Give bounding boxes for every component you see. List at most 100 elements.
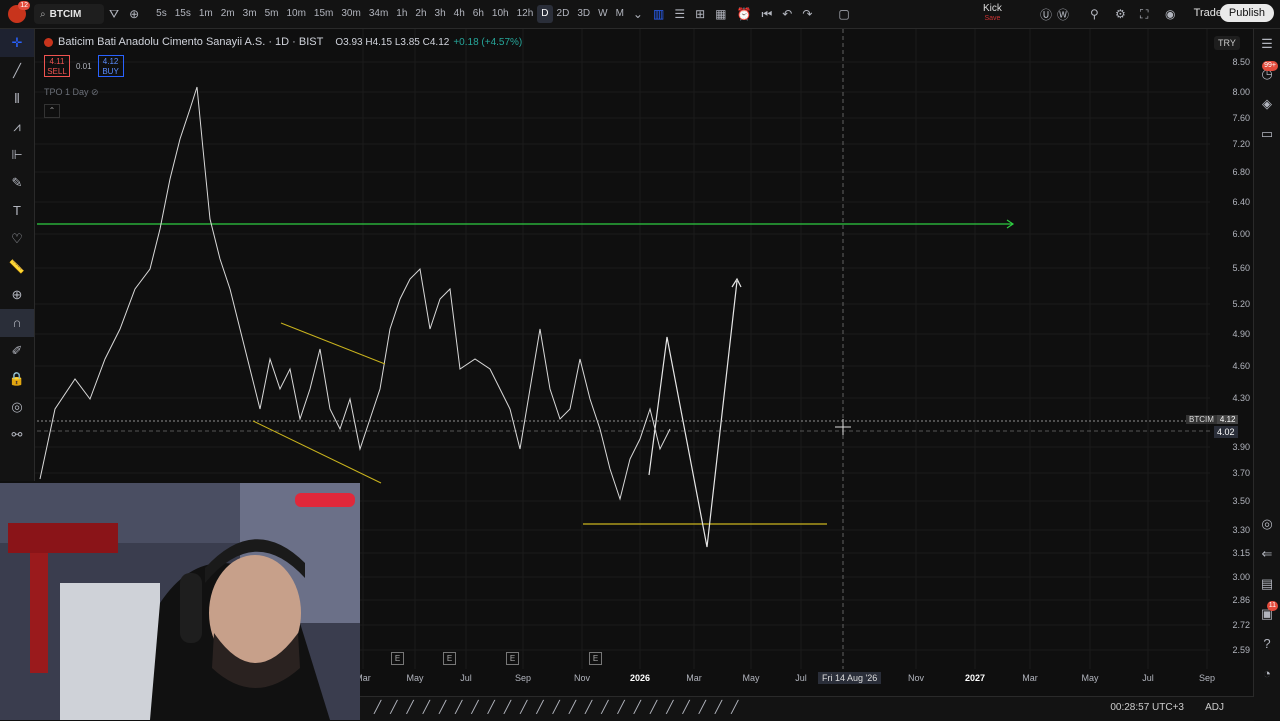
brush-icon[interactable]: ╱: [455, 700, 462, 714]
circle-icon[interactable]: ╱: [699, 700, 706, 714]
text-icon[interactable]: T: [0, 197, 34, 225]
lock-icon[interactable]: 🔒: [0, 365, 34, 393]
chat-icon[interactable]: ▭: [1254, 119, 1280, 149]
chevron-down-icon[interactable]: ⌄: [628, 7, 648, 21]
settings-icon[interactable]: ⚙: [1110, 7, 1131, 21]
symbol-search[interactable]: ⌕ BTCIM: [34, 4, 104, 24]
target-icon[interactable]: ◎: [1254, 509, 1280, 539]
favorite-icon[interactable]: ♡: [0, 225, 34, 253]
redo-icon[interactable]: ↷: [797, 7, 817, 21]
templates-icon[interactable]: ⊞: [690, 7, 710, 21]
publish-button[interactable]: Publish: [1219, 4, 1274, 22]
interval-10h[interactable]: 10h: [488, 5, 513, 23]
bars-icon[interactable]: ╱: [634, 700, 641, 714]
indicators-icon[interactable]: ☰: [669, 7, 690, 21]
flag-icon[interactable]: ╱: [715, 700, 722, 714]
fib-icon[interactable]: ╱: [536, 700, 543, 714]
interval-1m[interactable]: 1m: [195, 5, 217, 23]
gann-icon[interactable]: ╱: [666, 700, 673, 714]
interval-d[interactable]: D: [537, 5, 553, 23]
ray-icon[interactable]: ╱: [406, 700, 413, 714]
magnet-icon[interactable]: ∩: [0, 309, 34, 337]
crosshair-icon[interactable]: ✛: [0, 29, 34, 57]
interval-12h[interactable]: 12h: [513, 5, 538, 23]
trendline-icon[interactable]: ╱: [0, 57, 34, 85]
indicator-label[interactable]: TPO 1 Day ⊘: [44, 87, 99, 98]
collapse-legend-icon[interactable]: ⌃: [44, 104, 60, 118]
layout-square-icon[interactable]: ▢: [833, 7, 854, 21]
interval-30m[interactable]: 30m: [337, 5, 364, 23]
forecast-icon[interactable]: ╱: [601, 700, 608, 714]
link-icon[interactable]: ⚯: [0, 421, 34, 449]
notification-icon[interactable]: ▣ 11: [1254, 599, 1280, 629]
interval-34m[interactable]: 34m: [365, 5, 392, 23]
pitchfork-icon[interactable]: ⫴: [0, 85, 34, 113]
earnings-marker[interactable]: E: [443, 652, 456, 665]
interval-2m[interactable]: 2m: [217, 5, 239, 23]
interval-2h[interactable]: 2h: [411, 5, 430, 23]
time-axis[interactable]: Mar May Jul Sep Nov 2026 Mar May Jul Nov 2027 Mar Ma…: [355, 670, 1215, 686]
currency-selector[interactable]: TRY: [1214, 36, 1240, 50]
zoom-icon[interactable]: ⊕: [0, 281, 34, 309]
interval-5m[interactable]: 5m: [261, 5, 283, 23]
replay-icon[interactable]: ⏮: [756, 7, 777, 22]
interval-4h[interactable]: 4h: [450, 5, 469, 23]
brush2-icon[interactable]: ╱: [731, 700, 738, 714]
help-icon[interactable]: ?: [1254, 629, 1280, 659]
ruler-icon[interactable]: 📏: [0, 253, 34, 281]
interval-1h[interactable]: 1h: [392, 5, 411, 23]
brush-icon[interactable]: ✎: [0, 169, 34, 197]
interval-3d[interactable]: 3D: [573, 5, 594, 23]
pencil-icon[interactable]: ╱: [374, 700, 381, 714]
lock-drawing-icon[interactable]: ✐: [0, 337, 34, 365]
line-icon[interactable]: ╱: [390, 700, 397, 714]
cursor-icon[interactable]: ╱: [520, 700, 527, 714]
eye-icon[interactable]: ◎: [0, 393, 34, 421]
alert-icon[interactable]: ⏰: [731, 7, 756, 21]
interval-5s[interactable]: 5s: [152, 5, 171, 23]
pattern-icon[interactable]: ╱: [488, 700, 495, 714]
adjust-toggle[interactable]: ADJ: [1205, 702, 1224, 713]
camera-icon[interactable]: ◉: [1160, 7, 1180, 21]
interval-3m[interactable]: 3m: [239, 5, 261, 23]
buy-button[interactable]: 4.12 BUY: [97, 55, 124, 77]
earnings-marker[interactable]: E: [506, 652, 519, 665]
interval-15m[interactable]: 15m: [310, 5, 337, 23]
fullscreen-icon[interactable]: ⛶: [1135, 7, 1153, 22]
interval-10m[interactable]: 10m: [282, 5, 309, 23]
interval-m[interactable]: M: [612, 5, 628, 23]
price-axis[interactable]: 8.50 8.00 7.60 7.20 6.80 6.40 6.00 5.60 5.20 4.90…: [1210, 52, 1254, 672]
range-icon[interactable]: ╱: [618, 700, 625, 714]
layers-icon[interactable]: ◈: [1254, 89, 1280, 119]
quick-search-icon[interactable]: ⚲: [1085, 7, 1104, 21]
abcd-icon[interactable]: ╱: [682, 700, 689, 714]
clock[interactable]: 00:28:57 UTC+3: [1110, 702, 1184, 713]
measure-icon[interactable]: ╱: [585, 700, 592, 714]
candles-icon[interactable]: ▥: [648, 7, 669, 21]
earnings-marker[interactable]: E: [391, 652, 404, 665]
earnings-marker[interactable]: E: [589, 652, 602, 665]
arrow-left-icon[interactable]: ⇐: [1254, 539, 1280, 569]
layout-icon[interactable]: ▦: [710, 7, 731, 21]
add-symbol-icon[interactable]: ⊕: [124, 7, 144, 21]
alerts-icon[interactable]: ◷ 99+: [1254, 59, 1280, 89]
hide-icon[interactable]: ⊘: [91, 87, 99, 97]
rect-icon[interactable]: ╱: [553, 700, 560, 714]
elliott-icon[interactable]: ╱: [650, 700, 657, 714]
app-logo[interactable]: 12: [8, 1, 30, 23]
calendar-icon[interactable]: ▤: [1254, 569, 1280, 599]
undo-icon[interactable]: ↶: [777, 7, 797, 21]
channel-icon[interactable]: ╱: [439, 700, 446, 714]
text-icon[interactable]: ╱: [569, 700, 576, 714]
patterns-icon[interactable]: ⩘: [0, 113, 34, 141]
wave-icon[interactable]: ╱: [504, 700, 511, 714]
watchlist-icon[interactable]: ☰: [1254, 29, 1280, 59]
interval-2d[interactable]: 2D: [553, 5, 574, 23]
compare-icon[interactable]: ⛛: [104, 7, 124, 22]
hline-icon[interactable]: ╱: [423, 700, 430, 714]
bell-icon[interactable]: ◔: [1254, 659, 1280, 689]
kick-button[interactable]: Kick Save: [983, 4, 1002, 24]
user-w-icon[interactable]: Ⓦ: [1052, 6, 1074, 23]
interval-w[interactable]: W: [594, 5, 611, 23]
path-icon[interactable]: ╱: [471, 700, 478, 714]
